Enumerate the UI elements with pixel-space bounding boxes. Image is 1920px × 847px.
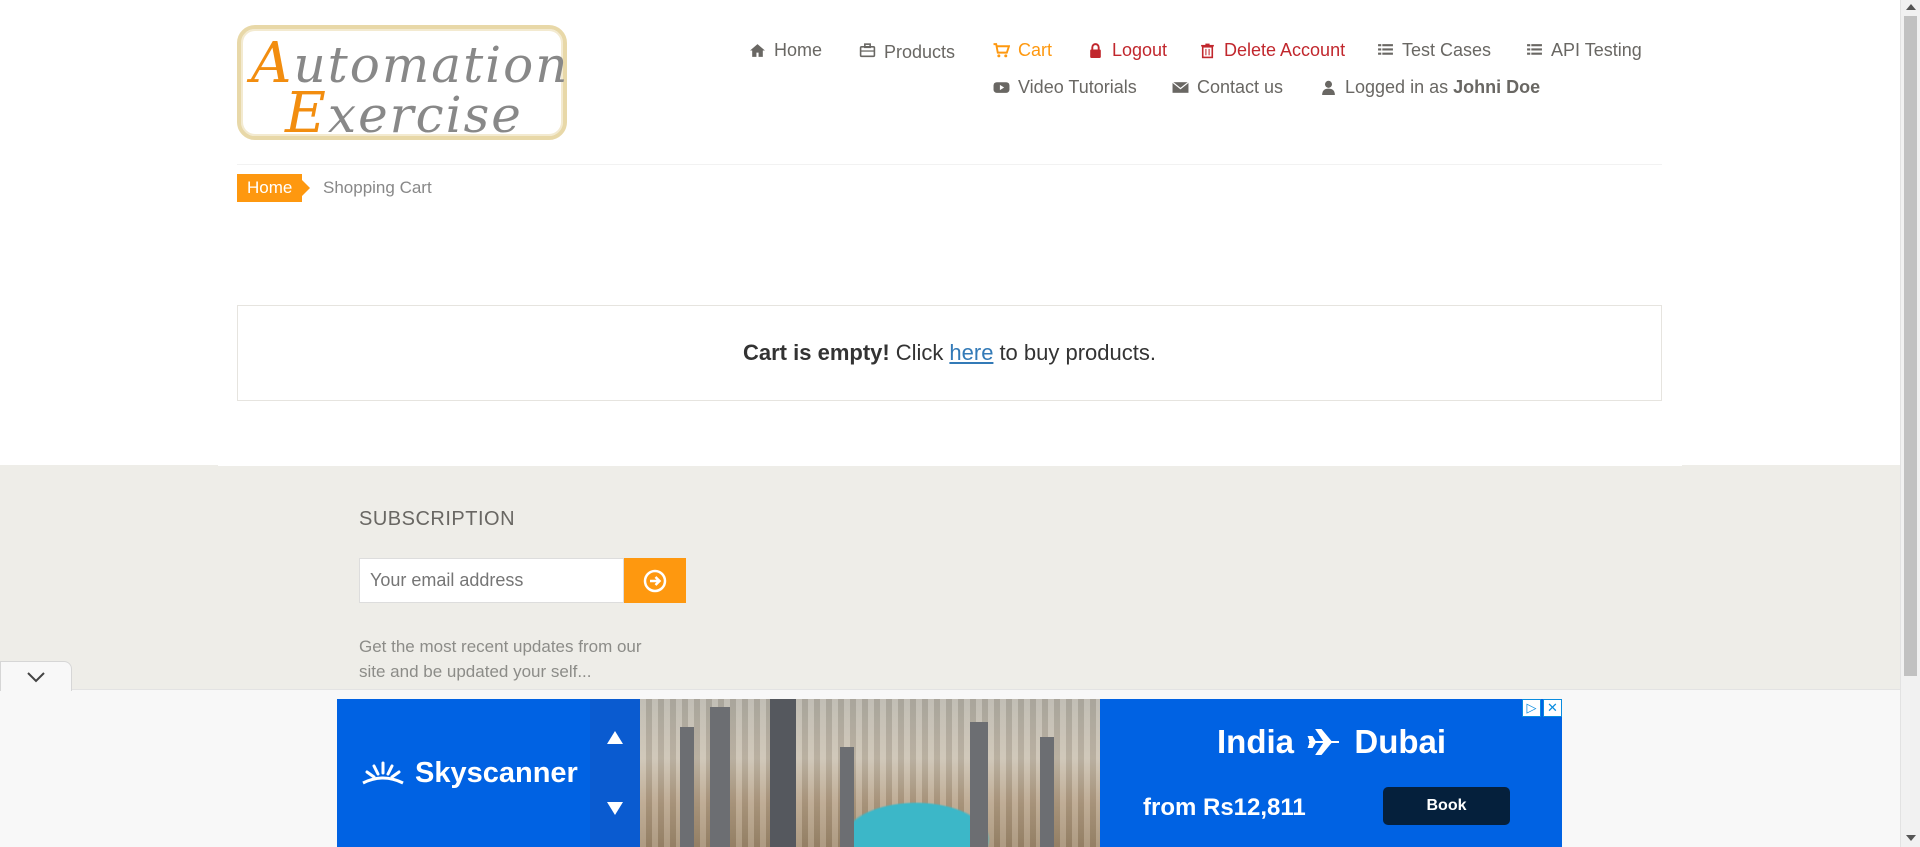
skyscanner-sun-icon [362, 761, 404, 784]
scrollbar-thumb[interactable] [1904, 16, 1917, 676]
ad-controls: ▷ ✕ [1522, 699, 1562, 717]
nav-api-testing-link[interactable]: API Testing [1526, 40, 1642, 61]
nav-api-testing-label: API Testing [1551, 40, 1642, 60]
footer [0, 465, 1900, 689]
nav-logout-link[interactable]: Logout [1087, 40, 1167, 61]
ad-brand: Skyscanner [361, 757, 578, 790]
nav-cart-label: Cart [1018, 40, 1053, 60]
ad-brand-name: Skyscanner [415, 757, 578, 789]
footer-divider [218, 465, 1682, 466]
page-scrollbar[interactable] [1900, 0, 1920, 847]
subscription-email-input[interactable] [359, 558, 624, 603]
ad-close-icon[interactable]: ✕ [1543, 699, 1562, 717]
empty-cart-message: Cart is empty! Click here to buy product… [237, 305, 1662, 401]
nav-test-cases-link[interactable]: Test Cases [1377, 40, 1491, 61]
nav-products-link[interactable]: Products [859, 40, 956, 62]
ad-book-button[interactable]: Book [1383, 787, 1510, 825]
envelope-icon [1172, 81, 1189, 93]
briefcase-icon [859, 43, 876, 58]
cart-empty-heading: Cart is empty! [743, 340, 890, 365]
logged-in-status: Logged in as Johni Doe [1320, 77, 1540, 98]
ad-next-arrow[interactable] [607, 802, 623, 815]
chevron-down-icon [27, 671, 45, 682]
ad-headline: India Dubai [1217, 723, 1446, 761]
nav-delete-account-label: Delete Account [1224, 40, 1346, 60]
main-nav: Home Products Cart Logout Delete Account… [0, 36, 1920, 116]
nav-home-label: Home [774, 40, 823, 60]
arrow-circle-right-icon [643, 569, 667, 592]
ad-price: from Rs12,811 [1143, 794, 1306, 821]
nav-logout-label: Logout [1112, 40, 1168, 60]
ad-prev-arrow[interactable] [607, 731, 623, 744]
nav-contact-us-label: Contact us [1197, 77, 1284, 97]
nav-delete-account-link[interactable]: Delete Account [1199, 40, 1345, 61]
lock-icon [1090, 43, 1101, 58]
nav-contact-us-link[interactable]: Contact us [1172, 77, 1283, 98]
logged-in-username: Johni Doe [1453, 77, 1541, 97]
logged-in-prefix: Logged in as [1345, 77, 1449, 97]
home-icon [750, 44, 765, 57]
cart-suffix-text: to buy products. [999, 340, 1156, 365]
ad-carousel-arrows [590, 699, 640, 847]
skyscanner-ad[interactable]: Skyscanner India Dubai from Rs12,811 Boo… [337, 699, 1562, 847]
airplane-icon [1307, 729, 1340, 755]
cart-click-text: Click [895, 340, 944, 365]
nav-cart-link[interactable]: Cart [993, 40, 1052, 61]
breadcrumb-current: Shopping Cart [323, 178, 432, 197]
subscribe-button[interactable] [624, 558, 686, 603]
list-icon [1378, 44, 1393, 55]
nav-test-cases-label: Test Cases [1402, 40, 1492, 60]
ad-headline-from: India [1217, 723, 1295, 760]
scroll-up-arrow[interactable] [1906, 4, 1916, 10]
nav-home-link[interactable]: Home [749, 40, 822, 61]
scroll-down-arrow[interactable] [1906, 835, 1916, 841]
header-divider [237, 164, 1662, 165]
ad-collapse-toggle[interactable] [0, 661, 72, 691]
buy-products-link[interactable]: here [949, 340, 993, 366]
cart-icon [993, 43, 1010, 58]
nav-video-tutorials-label: Video Tutorials [1018, 77, 1137, 97]
list-icon [1527, 44, 1542, 55]
ad-choices-icon[interactable]: ▷ [1522, 699, 1541, 717]
trash-icon [1201, 43, 1214, 59]
user-icon [1322, 80, 1335, 95]
breadcrumb-home-link[interactable]: Home [237, 174, 311, 202]
nav-products-label: Products [884, 42, 956, 62]
nav-video-tutorials-link[interactable]: Video Tutorials [993, 77, 1137, 98]
ad-headline-to: Dubai [1354, 723, 1447, 760]
ad-dubai-photo [640, 699, 1100, 847]
subscription-description: Get the most recent updates from our sit… [359, 637, 642, 681]
subscription-title: SUBSCRIPTION [359, 508, 516, 530]
youtube-play-icon [993, 82, 1010, 93]
